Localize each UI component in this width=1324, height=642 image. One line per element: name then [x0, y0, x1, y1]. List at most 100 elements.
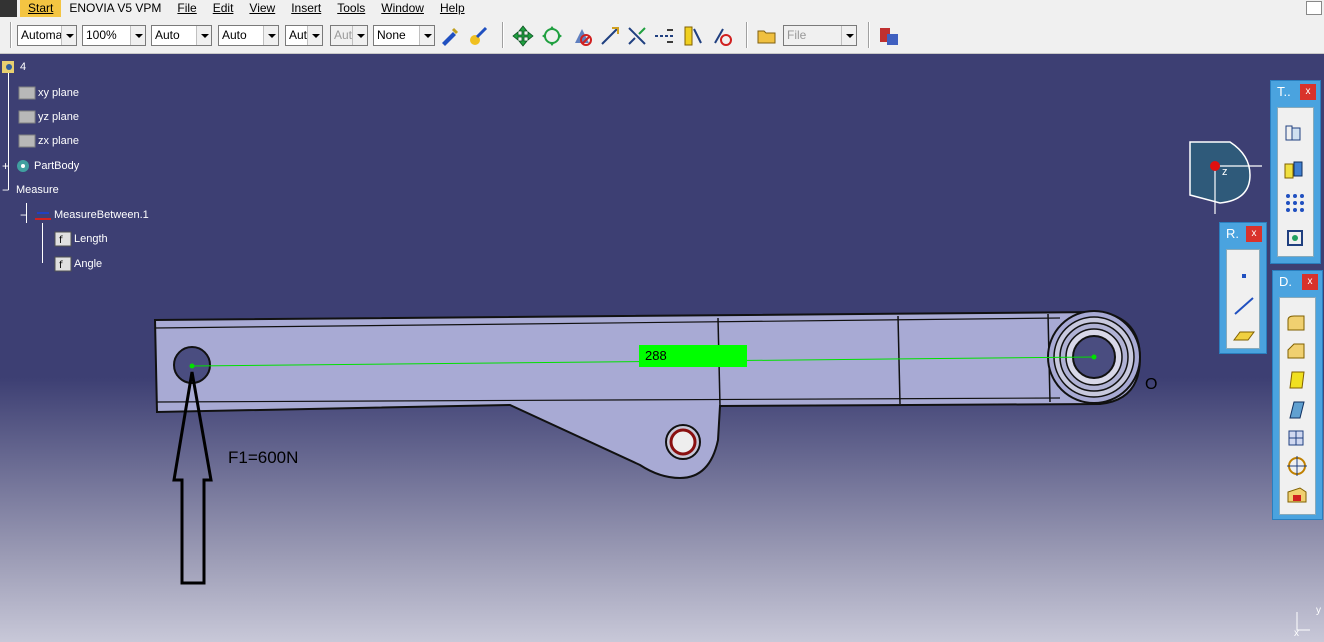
svg-text:f: f	[59, 235, 63, 246]
line-type-combo[interactable]: Auto	[151, 25, 212, 46]
toolbar-separator	[10, 22, 12, 48]
toolbar-separator	[502, 22, 504, 48]
toolbar: Automa 100% Auto Auto Aut Aut None File	[0, 17, 1324, 54]
parameter-icon: f	[54, 231, 72, 247]
measure-item-icon[interactable]	[681, 25, 703, 47]
color-combo[interactable]: Aut	[285, 25, 323, 46]
panel-close-button[interactable]: x	[1302, 274, 1318, 290]
menu-enovia[interactable]: ENOVIA V5 VPM	[61, 0, 169, 17]
point-icon[interactable]	[1231, 264, 1257, 288]
fillet-icon[interactable]	[1284, 312, 1310, 336]
panel-close-button[interactable]: x	[1300, 84, 1316, 100]
thickness-icon[interactable]	[1284, 426, 1310, 450]
collapse-icon[interactable]: −	[2, 183, 16, 197]
tree-item-length[interactable]: f Length	[54, 230, 108, 248]
menu-bar: Start ENOVIA V5 VPM File Edit View Inser…	[0, 0, 1324, 17]
catalog-browser-icon[interactable]	[878, 25, 900, 47]
plane-icon	[18, 110, 36, 124]
measure-between-icon[interactable]	[653, 25, 675, 47]
tree-item-label: Measure	[16, 184, 59, 196]
measure-value-label[interactable]: 288	[639, 345, 747, 367]
render-style-combo[interactable]: Automa	[17, 25, 77, 46]
tree-item-angle[interactable]: f Angle	[54, 255, 102, 273]
tree-item-label: yz plane	[38, 111, 79, 123]
gear-icon	[17, 160, 29, 172]
menu-window[interactable]: Window	[373, 0, 432, 17]
tree-item-xy-plane[interactable]: xy plane	[18, 84, 79, 102]
plane-icon	[18, 86, 36, 100]
part-icon	[2, 61, 14, 73]
menu-start[interactable]: Start	[20, 0, 62, 17]
axis-x-label: x	[1294, 628, 1299, 639]
panel-title: T..	[1277, 84, 1291, 99]
menu-insert[interactable]: Insert	[283, 0, 329, 17]
thread-icon[interactable]	[1284, 454, 1310, 478]
tree-connector	[42, 223, 43, 263]
menu-view[interactable]: View	[241, 0, 283, 17]
tree-item-label: Length	[74, 233, 108, 245]
tree-item-partbody[interactable]: + PartBody	[2, 157, 79, 175]
menu-edit[interactable]: Edit	[205, 0, 242, 17]
tree-item-measure[interactable]: − Measure	[2, 181, 59, 199]
panel-reference[interactable]: R. x	[1219, 222, 1267, 354]
draft-icon[interactable]	[1284, 368, 1310, 392]
measure-icon	[35, 212, 51, 220]
force-label: F1=600N	[228, 448, 299, 467]
pan-icon[interactable]	[512, 25, 534, 47]
tree-item-label: Angle	[74, 258, 103, 270]
tree-item-yz-plane[interactable]: yz plane	[18, 108, 79, 126]
svg-text:f: f	[59, 260, 63, 271]
tree-root-label: 4	[20, 61, 27, 73]
panel-dress-up[interactable]: D. x	[1272, 270, 1323, 520]
panel-close-button[interactable]: x	[1246, 226, 1262, 242]
plane-icon	[18, 134, 36, 148]
compass-z-label: z	[1222, 166, 1228, 178]
panel-title: D.	[1279, 274, 1292, 289]
menu-file[interactable]: File	[169, 0, 204, 17]
specification-tree: 4 xy plane yz plane zx plane + PartBody …	[0, 58, 200, 288]
rotate-icon[interactable]	[541, 25, 563, 47]
hide-show-icon[interactable]	[571, 25, 593, 47]
transparency-combo: Aut	[330, 25, 368, 46]
zoom-combo[interactable]: 100%	[82, 25, 146, 46]
tree-root[interactable]: 4	[0, 58, 26, 76]
tree-item-label: PartBody	[34, 160, 80, 172]
toolbar-separator	[746, 22, 748, 48]
properties-brush-icon[interactable]	[467, 25, 489, 47]
panel-title: R.	[1226, 226, 1239, 241]
fit-all-icon[interactable]	[1282, 226, 1308, 250]
pad-icon[interactable]	[1282, 122, 1308, 146]
pattern-icon[interactable]	[1282, 190, 1308, 214]
painter-icon[interactable]	[439, 25, 461, 47]
layer-combo[interactable]: None	[373, 25, 435, 46]
normal-view-icon[interactable]	[626, 25, 648, 47]
tree-item-measurebetween[interactable]: − MeasureBetween.1	[20, 206, 149, 224]
fly-mode-icon[interactable]	[599, 25, 621, 47]
axis-y-label: y	[1316, 605, 1321, 616]
tree-item-label: MeasureBetween.1	[54, 209, 149, 221]
parameter-icon: f	[54, 256, 72, 272]
panel-tools[interactable]: T.. x	[1270, 80, 1321, 264]
tree-item-label: xy plane	[38, 87, 79, 99]
line-weight-combo[interactable]: Auto	[218, 25, 279, 46]
chamfer-icon[interactable]	[1284, 340, 1310, 364]
panel-body	[1277, 107, 1314, 257]
open-folder-icon[interactable]	[756, 25, 778, 47]
line-icon[interactable]	[1231, 294, 1257, 318]
catia-app-icon[interactable]	[0, 0, 17, 17]
remove-face-icon[interactable]	[1284, 484, 1310, 508]
restore-window-button[interactable]	[1306, 1, 1322, 15]
panel-body	[1226, 249, 1260, 349]
collapse-icon[interactable]: −	[20, 208, 34, 222]
tree-item-zx-plane[interactable]: zx plane	[18, 132, 79, 150]
body-icon[interactable]	[1282, 158, 1308, 182]
toolbar-separator	[868, 22, 870, 48]
panel-body	[1279, 297, 1316, 515]
expand-icon[interactable]: +	[2, 159, 14, 173]
menu-help[interactable]: Help	[432, 0, 473, 17]
plane-icon[interactable]	[1231, 322, 1257, 346]
measure-inertia-icon[interactable]	[711, 25, 733, 47]
menu-tools[interactable]: Tools	[329, 0, 373, 17]
shell-icon[interactable]	[1284, 398, 1310, 422]
tree-item-label: zx plane	[38, 135, 79, 147]
